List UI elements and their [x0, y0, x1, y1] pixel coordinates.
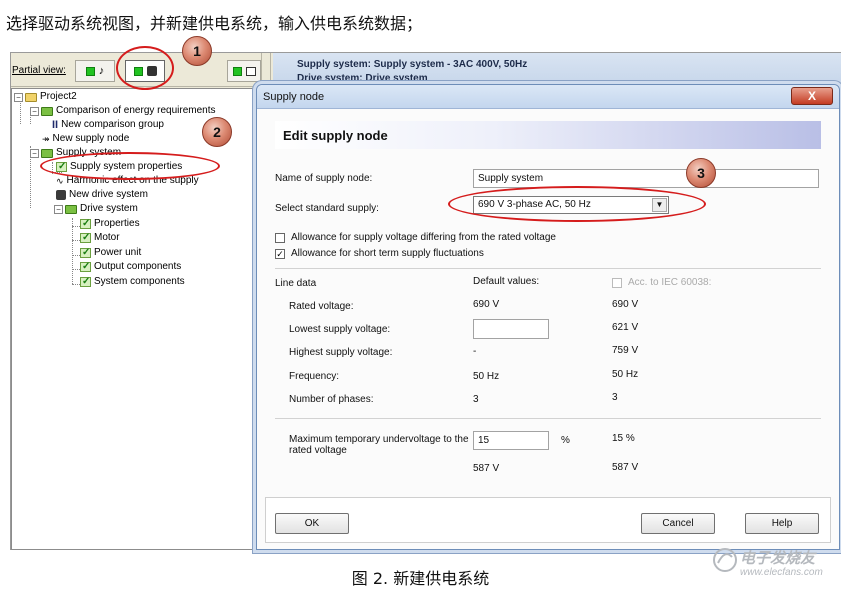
- annotation-badge-1: 1: [182, 36, 212, 66]
- tree-item-drive-system[interactable]: − Drive system: [54, 202, 138, 216]
- collapse-icon[interactable]: −: [14, 92, 23, 102]
- allowance-fluctuation-label: Allowance for short term supply fluctuat…: [291, 248, 484, 259]
- document-icon: [245, 66, 256, 76]
- help-button[interactable]: Help: [745, 513, 819, 534]
- checked-properties-icon: [80, 246, 91, 260]
- highest-voltage-label: Highest supply voltage:: [289, 347, 393, 358]
- supply-node-name-input[interactable]: [473, 169, 819, 188]
- lowest-voltage-iec: 621 V: [612, 322, 639, 333]
- allowance-voltage-label: Allowance for supply voltage differing f…: [291, 232, 556, 243]
- phases-default: 3: [473, 394, 479, 405]
- undervoltage-label-line2: rated voltage: [289, 445, 347, 456]
- header-supply-line: Supply system: Supply system - 3AC 400V,…: [297, 59, 528, 70]
- checked-properties-icon: [80, 231, 91, 245]
- tree-item-comparison[interactable]: − Comparison of energy requirements: [30, 104, 216, 118]
- acc-iec-checkbox: [612, 278, 622, 288]
- ok-button[interactable]: OK: [275, 513, 349, 534]
- undervoltage-volts-iec: 587 V: [612, 462, 639, 473]
- checked-properties-icon: [80, 217, 91, 231]
- phases-label: Number of phases:: [289, 394, 374, 405]
- harmonic-wave-icon: ∿: [56, 176, 64, 186]
- supply-node-icon: ↠: [42, 134, 50, 144]
- separator: [275, 268, 821, 269]
- collapse-icon[interactable]: −: [30, 106, 39, 116]
- tree-item-properties[interactable]: Properties: [80, 217, 140, 231]
- tree-item-output-components[interactable]: Output components: [80, 260, 181, 274]
- rated-voltage-default: 690 V: [473, 299, 500, 310]
- phases-iec: 3: [612, 392, 618, 403]
- close-button[interactable]: X: [791, 87, 833, 105]
- tree-item-system-components[interactable]: System components: [80, 275, 185, 289]
- checked-properties-icon: [80, 260, 91, 274]
- allowance-voltage-checkbox[interactable]: [275, 233, 285, 243]
- folder-icon: [41, 106, 53, 116]
- caption-bottom: 图 2. 新建供电系统: [351, 569, 490, 588]
- view-document-button[interactable]: [227, 60, 261, 82]
- comparison-bars-icon: II: [52, 119, 59, 131]
- dialog-title: Supply node: [263, 91, 325, 103]
- frequency-label: Frequency:: [289, 371, 340, 382]
- lowest-voltage-input[interactable]: [473, 319, 549, 339]
- highest-voltage-iec: 759 V: [612, 345, 639, 356]
- acc-iec-label: Acc. to IEC 60038:: [628, 277, 712, 288]
- annotation-ring-2: [40, 152, 220, 180]
- allowance-fluctuation-checkbox[interactable]: ✓: [275, 249, 285, 259]
- folder-icon: [25, 92, 37, 102]
- tree-item-power-unit[interactable]: Power unit: [80, 246, 141, 260]
- caption-top: 选择驱动系统视图，并新建供电系统，输入供电系统数据；: [6, 14, 423, 33]
- annotation-badge-3: 3: [686, 158, 716, 188]
- undervoltage-label-line1: Maximum temporary undervoltage to the: [289, 434, 469, 445]
- lowest-voltage-label: Lowest supply voltage:: [289, 324, 391, 335]
- green-square-icon: [232, 66, 242, 76]
- frequency-default: 50 Hz: [473, 371, 500, 382]
- cancel-button[interactable]: Cancel: [641, 513, 715, 534]
- tree-item-new-drive-system[interactable]: New drive system: [56, 188, 148, 202]
- undervoltage-unit: %: [561, 435, 570, 446]
- supply-node-dialog: Supply node X Edit supply node Name of s…: [256, 84, 840, 550]
- undervoltage-iec: 15 %: [612, 433, 635, 444]
- name-label: Name of supply node:: [275, 173, 373, 184]
- undervoltage-volts-default: 587 V: [473, 463, 500, 474]
- collapse-icon[interactable]: −: [30, 148, 39, 158]
- green-square-icon: [85, 66, 95, 76]
- annotation-ring-3: [448, 186, 706, 222]
- drive-system-icon: [56, 190, 66, 200]
- rated-voltage-iec: 690 V: [612, 299, 639, 310]
- tree-item-new-supply-node[interactable]: ↠ New supply node: [42, 132, 129, 146]
- default-values-header: Default values:: [473, 276, 540, 287]
- folder-icon: [41, 148, 53, 158]
- annotation-badge-2: 2: [202, 117, 232, 147]
- dialog-banner: Edit supply node: [275, 121, 821, 149]
- separator: [275, 418, 821, 419]
- highest-voltage-default: -: [473, 346, 477, 357]
- view-energy-button[interactable]: ♪: [75, 60, 115, 82]
- partial-view-label: Partial view:: [12, 65, 66, 76]
- frequency-iec: 50 Hz: [612, 369, 639, 380]
- tree-item-motor[interactable]: Motor: [80, 231, 120, 245]
- undervoltage-input[interactable]: [473, 431, 549, 450]
- tree-item-project[interactable]: − Project2: [14, 90, 77, 104]
- collapse-icon[interactable]: −: [54, 204, 63, 214]
- folder-icon: [65, 204, 77, 214]
- line-data-label: Line data: [275, 278, 317, 289]
- checked-properties-icon: [80, 275, 91, 289]
- standard-supply-label: Select standard supply:: [275, 203, 379, 214]
- annotation-ring-1: [116, 46, 174, 90]
- rated-voltage-label: Rated voltage:: [289, 301, 354, 312]
- dialog-titlebar[interactable]: Supply node X: [257, 85, 839, 109]
- banner-title: Edit supply node: [283, 128, 388, 143]
- plug-icon: ♪: [98, 65, 105, 77]
- tree-item-new-comparison-group[interactable]: II New comparison group: [52, 118, 164, 132]
